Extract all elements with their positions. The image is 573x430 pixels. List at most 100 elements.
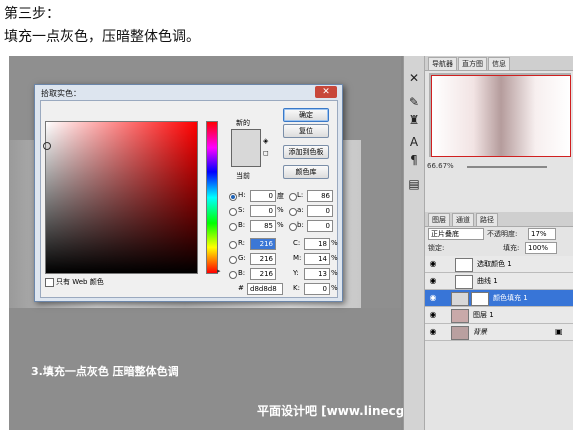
text-icon[interactable]: A (406, 134, 422, 150)
current-color-swatch[interactable] (231, 148, 261, 167)
lab-b-label: b: (297, 221, 304, 229)
s-unit: % (277, 206, 284, 214)
radio-r[interactable] (229, 241, 237, 249)
checkbox-icon[interactable] (45, 277, 54, 287)
h-field[interactable]: 0 (250, 190, 276, 202)
web-only-checkbox[interactable]: 只有 Web 颜色 (45, 277, 104, 287)
a-field[interactable]: 0 (307, 205, 333, 217)
color-picker-dialog: 拾取实色： ✕ ▸ 只有 Web 颜色 新的 当前 ◈ ◻ 确定 复位 添加到色… (34, 84, 343, 302)
y-field[interactable]: 13 (304, 268, 330, 280)
layer-name[interactable]: 选取颜色 1 (477, 259, 512, 269)
layer-row-curves[interactable]: ◉ 曲线 1 (425, 273, 573, 290)
r-field[interactable]: 216 (250, 238, 276, 250)
layer-name[interactable]: 曲线 1 (477, 276, 498, 286)
fill-field[interactable]: 100% (525, 242, 557, 254)
move-icon[interactable]: ✕ (406, 70, 422, 86)
step-caption: 3.填充一点灰色 压暗整体色调 (31, 365, 179, 378)
m-field[interactable]: 14 (304, 253, 330, 265)
s-field[interactable]: 0 (250, 205, 276, 217)
layer-row-selective-color[interactable]: ◉ 选取颜色 1 (425, 256, 573, 273)
blend-mode-select[interactable]: 正片叠底 (428, 228, 484, 240)
step-description: 填充一点灰色，压暗整体色调。 (4, 29, 200, 45)
close-button[interactable]: ✕ (315, 86, 337, 98)
radio-h[interactable] (229, 193, 237, 201)
reset-button[interactable]: 复位 (283, 124, 329, 138)
opacity-field[interactable]: 17% (528, 228, 556, 240)
hex-field[interactable]: d8d8d8 (247, 283, 283, 295)
stamp-icon[interactable]: ♜ (406, 112, 422, 128)
hue-slider-arrow[interactable]: ▸ (217, 267, 221, 275)
layer-row-layer1[interactable]: ◉ 图层 1 (425, 307, 573, 324)
rgb-b-label: B: (238, 269, 246, 277)
layer-row-background[interactable]: ◉ 背景 ▣ (425, 324, 573, 341)
step-heading: 第三步： (4, 6, 60, 22)
radio-rgb-b[interactable] (229, 271, 237, 279)
ok-button[interactable]: 确定 (283, 108, 329, 122)
b-unit: % (277, 221, 284, 229)
eye-icon[interactable]: ◉ (428, 310, 438, 320)
h-unit: 度 (277, 192, 284, 200)
tab-layers[interactable]: 图层 (428, 213, 450, 226)
radio-g[interactable] (229, 256, 237, 264)
radio-lab-b[interactable] (289, 223, 297, 231)
eye-icon[interactable]: ◉ (428, 327, 438, 337)
g-label: G: (238, 254, 246, 262)
hue-slider[interactable] (206, 121, 218, 274)
add-to-swatches-button[interactable]: 添加到色板 (283, 145, 329, 159)
k-field[interactable]: 0 (304, 283, 330, 295)
right-panel: 导航器 直方图 信息 66.67% 图层 通道 路径 正片叠底 不透明度: 17… (424, 56, 573, 430)
dialog-body: ▸ 只有 Web 颜色 新的 当前 ◈ ◻ 确定 复位 添加到色板 颜色库 H:… (40, 100, 338, 298)
web-only-label: 只有 Web 颜色 (56, 278, 104, 286)
tab-channels[interactable]: 通道 (452, 213, 474, 226)
layer-thumbnail (451, 326, 469, 340)
radio-l[interactable] (289, 193, 297, 201)
brush-icon[interactable]: ✎ (406, 94, 422, 110)
tab-info[interactable]: 信息 (488, 57, 510, 70)
b-field[interactable]: 85 (250, 220, 276, 232)
eye-icon[interactable]: ◉ (428, 259, 438, 269)
l-field[interactable]: 86 (307, 190, 333, 202)
h-label: H: (238, 191, 246, 199)
tab-paths[interactable]: 路径 (476, 213, 498, 226)
radio-a[interactable] (289, 208, 297, 216)
m-unit: % (331, 254, 338, 262)
lab-b-field[interactable]: 0 (307, 220, 333, 232)
layer-row-color-fill[interactable]: ◉ 颜色填充 1 (425, 290, 573, 307)
navigator-zoom-slider[interactable] (467, 166, 547, 168)
layer-name[interactable]: 颜色填充 1 (493, 293, 528, 303)
navigator-tabs: 导航器 直方图 信息 (425, 56, 573, 71)
layer-thumbnail (455, 275, 473, 289)
tab-navigator[interactable]: 导航器 (428, 57, 457, 70)
layer-thumbnail (451, 292, 469, 306)
radio-s[interactable] (229, 208, 237, 216)
navigator-zoom-value[interactable]: 66.67% (427, 162, 454, 170)
web-cube-icon[interactable]: ◻ (263, 149, 269, 157)
color-libraries-button[interactable]: 颜色库 (283, 165, 329, 179)
hex-label: # (238, 284, 244, 292)
opacity-label: 不透明度: (487, 230, 518, 238)
y-label: Y: (293, 269, 299, 277)
rgb-b-field[interactable]: 216 (250, 268, 276, 280)
color-field[interactable] (43, 121, 198, 274)
layer-thumbnail (455, 258, 473, 272)
navigator-view-box[interactable] (431, 75, 571, 157)
lock-icon: ▣ (555, 327, 563, 336)
layer-name[interactable]: 图层 1 (473, 310, 494, 320)
adjust-icon[interactable]: ▤ (406, 176, 422, 192)
r-label: R: (238, 239, 246, 247)
g-field[interactable]: 216 (250, 253, 276, 265)
color-field-cursor[interactable] (43, 142, 51, 150)
k-label: K: (293, 284, 300, 292)
navigator-thumbnail[interactable] (429, 73, 571, 157)
radio-b[interactable] (229, 223, 237, 231)
c-field[interactable]: 18 (304, 238, 330, 250)
eye-icon[interactable]: ◉ (428, 276, 438, 286)
eye-icon[interactable]: ◉ (428, 293, 438, 303)
tool-strip: ✕ ✎ ♜ A ¶ ▤ (403, 56, 424, 430)
paragraph-icon[interactable]: ¶ (406, 152, 422, 168)
warning-icon[interactable]: ◈ (263, 137, 268, 145)
photoshop-screenshot: 3.填充一点灰色 压暗整体色调 平面设计吧 [www.linecg.com/ti… (9, 56, 573, 430)
layer-name[interactable]: 背景 (473, 327, 487, 337)
m-label: M: (293, 254, 302, 262)
tab-histogram[interactable]: 直方图 (458, 57, 487, 70)
